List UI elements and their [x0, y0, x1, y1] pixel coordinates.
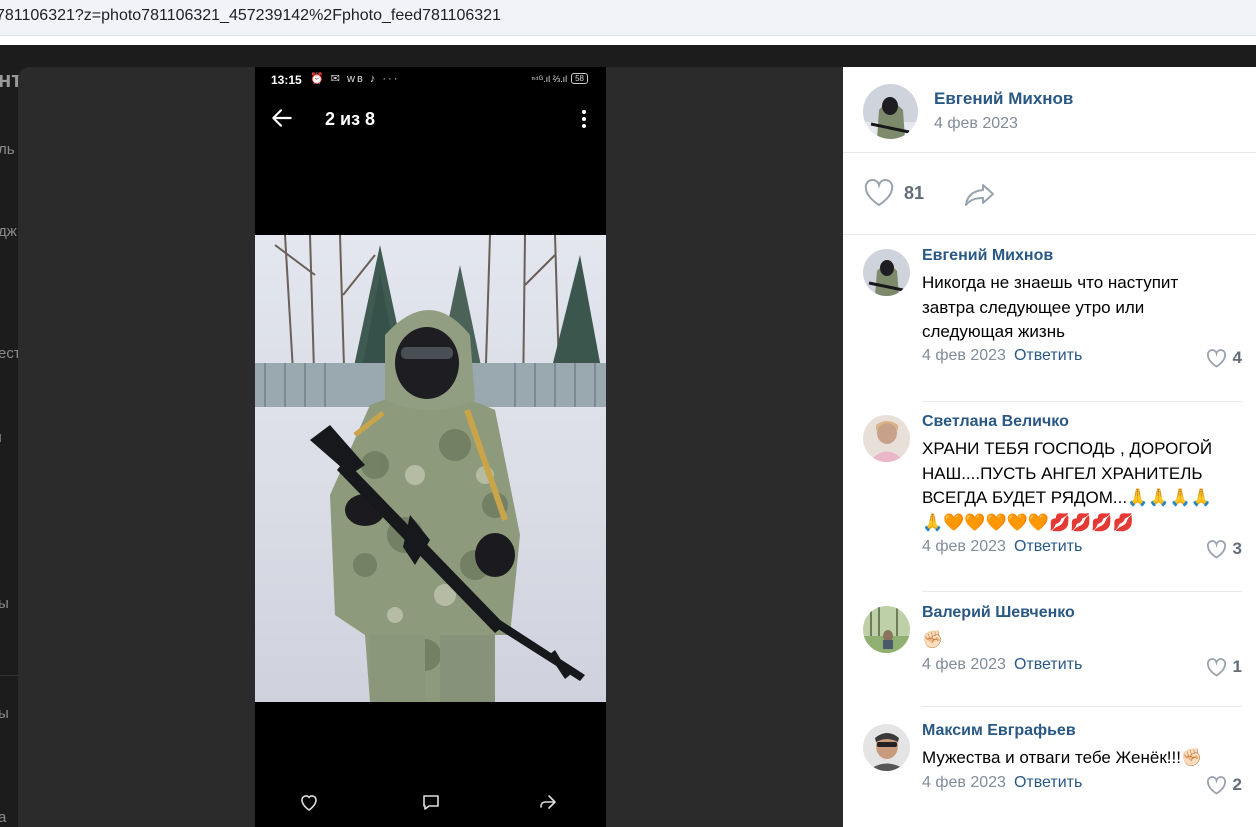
background-fragment: ы: [0, 705, 9, 722]
comment-item: Евгений Михнов Никогда не знаешь что нас…: [843, 247, 1256, 402]
like-count: 81: [904, 183, 925, 203]
phone-top-bar: 2 из 8: [255, 103, 606, 135]
background-fragment: а: [0, 809, 7, 826]
photo-viewer: 13:15 ⏰ ✉ ᴡʙ ♪ ··· ⁿ⁴ᴳ.ıl ⅔.ıl 58 2 из 8: [18, 67, 1256, 827]
comment-like-button[interactable]: 2: [1206, 775, 1242, 795]
commenter-avatar[interactable]: [863, 606, 910, 653]
comment-divider: [922, 591, 1242, 592]
signal-icon: ⁿ⁴ᴳ.ıl ⅔.ıl: [531, 73, 568, 84]
comment-item: Светлана Величко ХРАНИ ТЕБЯ ГОСПОДЬ , ДО…: [843, 413, 1256, 592]
status-right: ⁿ⁴ᴳ.ıl ⅔.ıl 58: [531, 73, 588, 84]
battery-icon: 58: [571, 73, 588, 84]
comment-like-button[interactable]: 3: [1206, 539, 1242, 559]
reply-button[interactable]: Ответить: [1014, 774, 1082, 791]
soldier-photo: [255, 235, 606, 702]
comment-author-link[interactable]: Максим Евграфьев: [922, 722, 1076, 740]
post-date[interactable]: 4 фев 2023: [934, 115, 1018, 133]
background-fragment: ль: [0, 141, 15, 158]
comment-date[interactable]: 4 фев 2023: [922, 774, 1006, 791]
comment-meta: 4 фев 2023 Ответить: [922, 656, 1082, 674]
author-name-link[interactable]: Евгений Михнов: [934, 89, 1073, 109]
comment-author-link[interactable]: Светлана Величко: [922, 413, 1069, 431]
comment-item: Валерий Шевченко ✊🏻 4 фев 2023 Ответить 1: [843, 604, 1256, 707]
comment-divider: [922, 401, 1242, 402]
comment-text: ХРАНИ ТЕБЯ ГОСПОДЬ , ДОРОГОЙ НАШ....ПУСТ…: [922, 439, 1213, 532]
reply-button[interactable]: Ответить: [1014, 656, 1082, 673]
comment-text: Мужества и отваги тебе Женёк!!!✊🏻: [922, 748, 1203, 767]
comment-like-button[interactable]: 1: [1206, 657, 1242, 677]
comment-like-button[interactable]: 4: [1206, 348, 1242, 368]
commenter-avatar[interactable]: [863, 249, 910, 296]
address-bar[interactable]: 781106321?z=photo781106321_457239142%2Fp…: [0, 0, 1256, 36]
share-icon: [540, 795, 556, 809]
commenter-avatar[interactable]: [863, 724, 910, 771]
back-arrow-icon: [272, 109, 292, 127]
commenter-avatar[interactable]: [863, 415, 910, 462]
heart-outline-icon: [1206, 348, 1226, 368]
share-arrow-icon[interactable]: [963, 179, 999, 209]
comment-meta: 4 фев 2023 Ответить: [922, 774, 1082, 792]
phone-bottom-bar: [255, 787, 606, 817]
post-author-block: Евгений Михнов 4 фев 2023: [843, 67, 1256, 153]
like-heart-icon[interactable]: [863, 179, 895, 207]
comment-author-link[interactable]: Евгений Михнов: [922, 247, 1053, 265]
heart-outline-icon: [1206, 539, 1226, 559]
comment-author-link[interactable]: Валерий Шевченко: [922, 604, 1075, 622]
heart-icon: [301, 795, 317, 811]
background-fragment: дж: [0, 223, 17, 240]
photo-stage[interactable]: 13:15 ⏰ ✉ ᴡʙ ♪ ··· ⁿ⁴ᴳ.ıl ⅔.ıl 58 2 из 8: [18, 67, 843, 827]
more-vertical-icon: [582, 110, 586, 128]
photo-info-panel: Евгений Михнов 4 фев 2023 81 Евгений Мих…: [843, 67, 1256, 827]
comment-date[interactable]: 4 фев 2023: [922, 656, 1006, 673]
comment-like-count: 2: [1232, 775, 1242, 794]
comment-item: Максим Евграфьев Мужества и отваги тебе …: [843, 722, 1256, 824]
phone-status-bar: 13:15 ⏰ ✉ ᴡʙ ♪ ··· ⁿ⁴ᴳ.ıl ⅔.ıl 58: [255, 67, 606, 93]
background-fragment: ы: [0, 595, 9, 612]
comment-like-count: 3: [1232, 539, 1242, 558]
heart-outline-icon: [1206, 657, 1226, 677]
background-fragment: ı: [0, 429, 3, 446]
comment-divider: [922, 706, 1242, 707]
url-text[interactable]: 781106321?z=photo781106321_457239142%2Fp…: [0, 7, 501, 25]
comment-like-count: 1: [1232, 657, 1242, 676]
comment-meta: 4 фев 2023 Ответить: [922, 538, 1082, 556]
comment-like-count: 4: [1232, 348, 1242, 367]
comment-date[interactable]: 4 фев 2023: [922, 347, 1006, 364]
comment-text: ✊🏻: [922, 630, 944, 649]
reply-button[interactable]: Ответить: [1014, 538, 1082, 555]
status-notification-icons: ⏰ ✉ ᴡʙ ♪ ···: [310, 73, 400, 85]
status-time: 13:15: [271, 73, 302, 87]
browser-gap: [0, 36, 1256, 45]
reply-button[interactable]: Ответить: [1014, 347, 1082, 364]
comment-text: Никогда не знаешь что наступит завтра сл…: [922, 273, 1179, 341]
comment-date[interactable]: 4 фев 2023: [922, 538, 1006, 555]
photo-counter: 2 из 8: [325, 109, 376, 129]
comment-meta: 4 фев 2023 Ответить: [922, 347, 1082, 365]
heart-outline-icon: [1206, 775, 1226, 795]
author-avatar[interactable]: [863, 84, 918, 139]
background-divider: [0, 675, 18, 676]
comment-icon: [423, 795, 439, 810]
phone-screenshot: 13:15 ⏰ ✉ ᴡʙ ♪ ··· ⁿ⁴ᴳ.ıl ⅔.ıl 58 2 из 8: [255, 67, 606, 827]
post-actions: 81: [843, 153, 1256, 235]
